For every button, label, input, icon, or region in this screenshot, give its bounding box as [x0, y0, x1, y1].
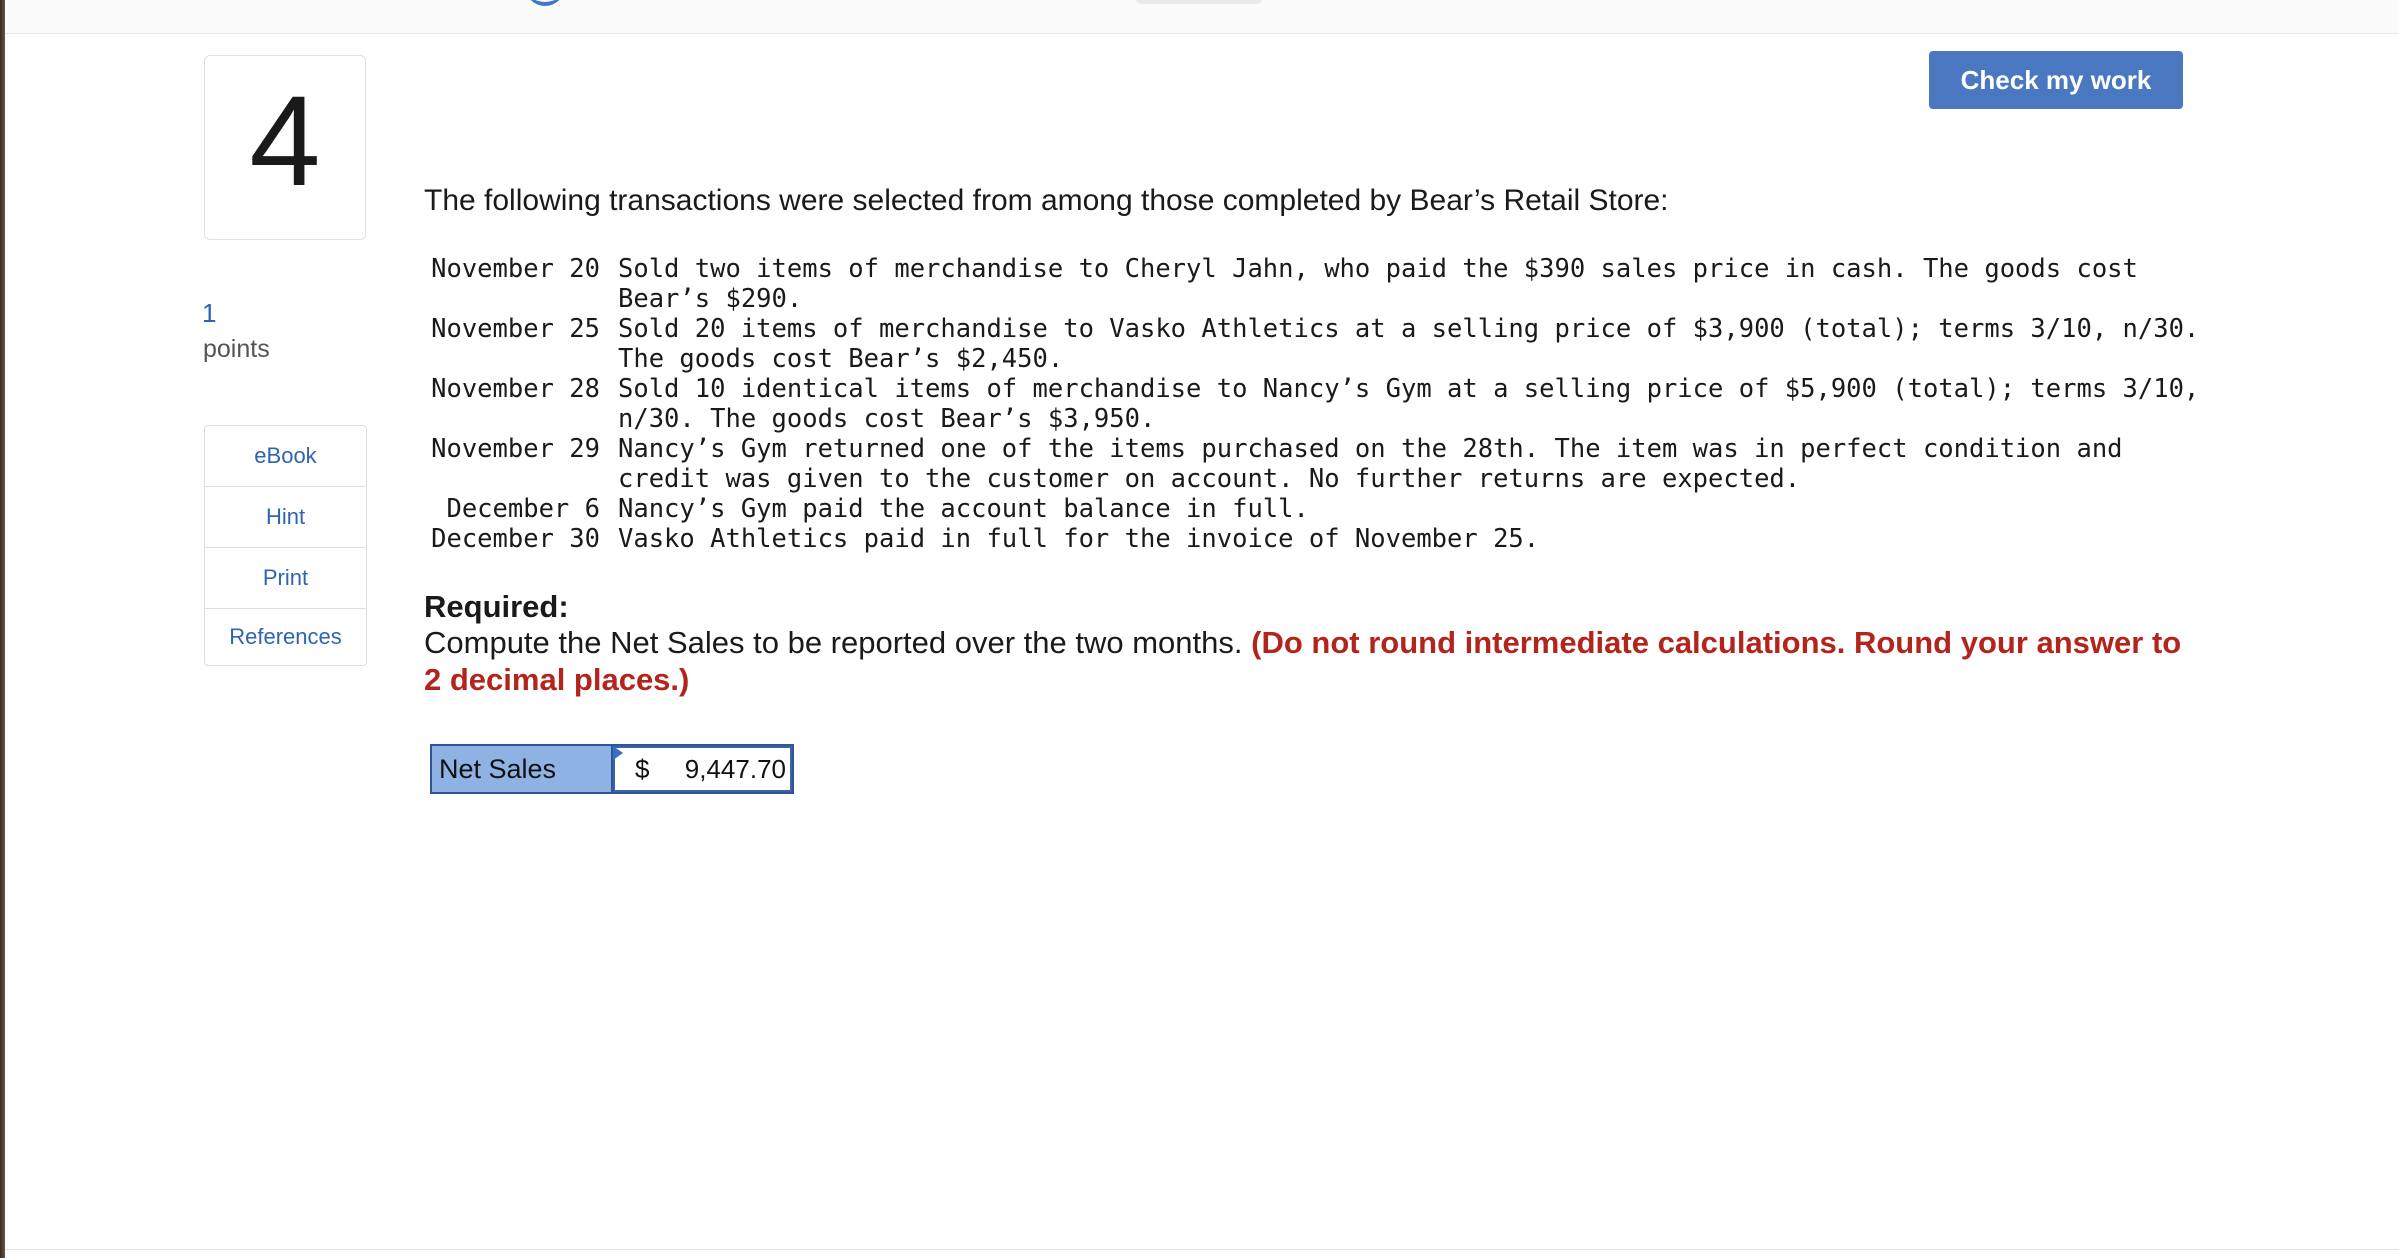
- required-instructions: Compute the Net Sales to be reported ove…: [424, 624, 2204, 698]
- points-label: points: [203, 335, 270, 363]
- transaction-description: Nancy’s Gym returned one of the items pu…: [618, 434, 2123, 494]
- points-value: 1: [202, 298, 217, 328]
- footer-divider: [5, 1249, 2399, 1250]
- cell-flag-icon: [613, 746, 623, 760]
- transactions-list: November 20 Sold two items of merchandis…: [422, 254, 2202, 554]
- problem-intro: The following transactions were selected…: [424, 184, 1669, 217]
- transaction-date: November 25: [431, 314, 600, 344]
- transaction-date: November 28: [431, 374, 600, 404]
- check-my-work-button[interactable]: Check my work: [1929, 51, 2183, 109]
- net-sales-input[interactable]: [656, 753, 786, 785]
- answer-table: Net Sales $: [430, 744, 794, 794]
- transaction-date: December 30: [431, 524, 600, 554]
- print-link[interactable]: Print: [205, 548, 366, 609]
- transaction-row: November 29 Nancy’s Gym returned one of …: [422, 434, 2202, 494]
- progress-arc-icon: [525, 0, 565, 6]
- transaction-description: Vasko Athletics paid in full for the inv…: [618, 524, 1540, 554]
- transaction-description: Sold two items of merchandise to Cheryl …: [618, 254, 2138, 314]
- tools-panel: eBook Hint Print References: [204, 425, 367, 666]
- transaction-description: Sold 20 items of merchandise to Vasko At…: [618, 314, 2200, 374]
- top-toolbar: [5, 0, 2399, 34]
- transaction-row: November 28 Sold 10 identical items of m…: [422, 374, 2202, 434]
- required-text: Compute the Net Sales to be reported ove…: [424, 625, 1243, 660]
- transaction-date: November 20: [431, 254, 600, 284]
- currency-symbol: $: [635, 753, 650, 784]
- question-number-box: 4: [204, 55, 366, 240]
- ebook-link[interactable]: eBook: [205, 426, 366, 487]
- transaction-row: November 20 Sold two items of merchandis…: [422, 254, 2202, 314]
- window-edge: [0, 0, 5, 1258]
- question-number: 4: [249, 69, 321, 213]
- transaction-row: December 30 Vasko Athletics paid in full…: [422, 524, 2202, 554]
- transaction-description: Sold 10 identical items of merchandise t…: [618, 374, 2200, 434]
- transaction-date: November 29: [431, 434, 600, 464]
- references-link[interactable]: References: [205, 609, 366, 665]
- required-heading: Required:: [424, 589, 569, 624]
- net-sales-label: Net Sales: [432, 746, 613, 792]
- toolbar-pill: [1135, 0, 1263, 4]
- net-sales-cell[interactable]: $: [613, 746, 792, 792]
- hint-link[interactable]: Hint: [205, 487, 366, 548]
- transaction-date: December 6: [446, 494, 600, 524]
- transaction-description: Nancy’s Gym paid the account balance in …: [618, 494, 1309, 524]
- transaction-row: December 6 Nancy’s Gym paid the account …: [422, 494, 2202, 524]
- transaction-row: November 25 Sold 20 items of merchandise…: [422, 314, 2202, 374]
